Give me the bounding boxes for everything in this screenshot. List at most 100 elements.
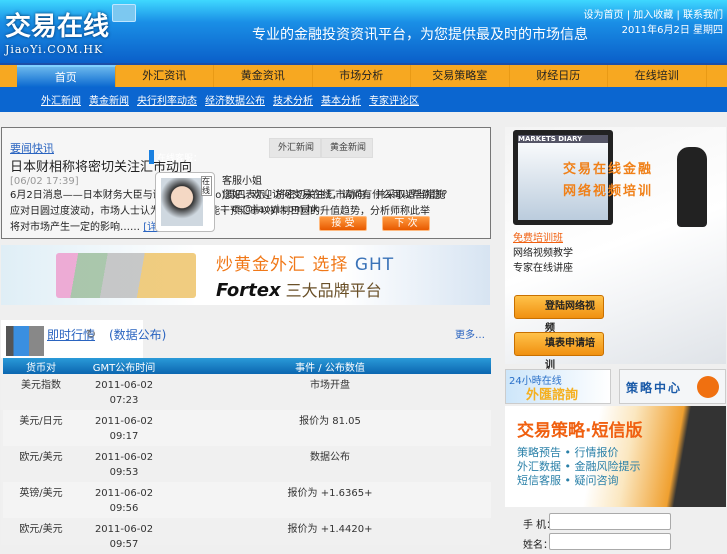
online-badge: 在线 (201, 176, 212, 196)
ad-line1: 炒黄金外汇 选择 GHT (216, 250, 394, 275)
name-input[interactable] (549, 533, 671, 550)
agent-photo (161, 178, 203, 226)
date-text: 2011-06-02 (94, 488, 154, 499)
main-nav: 首页 外汇资讯 黄金资讯 市场分析 交易策略室 财经日历 在线培训 (0, 63, 727, 87)
quotes-table: 货币对 GMT公布时间 事件 / 公布数值 美元指数 2011-06-02 07:2… (3, 358, 491, 554)
table-row: 欧元/美元 2011-06-02 09:57 报价为 +1.4420+ (3, 518, 491, 554)
date-text: 2011-06-02 (94, 452, 154, 463)
news-line: 将对市场产生一定的影响…… (10, 222, 140, 233)
time-cell: 2011-06-02 07:23 (79, 374, 169, 410)
news-time: [06/02 17:39] (10, 176, 79, 187)
event-cell: 报价为 +1.6365+ (169, 482, 491, 518)
set-homepage-link[interactable]: 设为首页 (584, 10, 624, 21)
pair-cell: 美元指数 (21, 380, 61, 391)
decline-chat-button[interactable]: 下 次 (382, 216, 430, 231)
apply-training-button[interactable]: 填表申请培训 (514, 332, 604, 371)
logo-text: 交易在线 (5, 12, 110, 42)
time-cell: 2011-06-02 09:56 (79, 482, 169, 518)
forex-consult-banner[interactable]: 24小時在线 外匯諮詢 (505, 369, 611, 404)
nav-training[interactable]: 在线培训 (608, 65, 707, 87)
ght-logo: GHT (354, 255, 395, 275)
column-header: 事件 / 公布数值 (169, 358, 491, 374)
gold-forex-ad-banner[interactable]: 炒黄金外汇 选择 GHT Fortex 三大品牌平台 (1, 245, 490, 305)
news-category[interactable]: 要闻快讯 (10, 140, 54, 156)
training-link[interactable]: 网络视频教学 (513, 246, 573, 261)
nav-calendar[interactable]: 财经日历 (510, 65, 608, 87)
event-cell: 市场开盘 (310, 380, 350, 391)
businessman-image (677, 147, 707, 227)
sms-signup-form: 手 机： 姓名： (505, 507, 726, 551)
date-text: 2011-06-02 (94, 416, 154, 427)
login-video-button[interactable]: 登陆网络视频 (514, 295, 604, 334)
time-cell: 2011-06-02 09:57 (79, 518, 169, 554)
subnav-link[interactable]: 专家评论区 (369, 92, 419, 107)
table-row: 英镑/美元 2011-06-02 09:56 报价为 +1.6365+ (3, 482, 491, 518)
contact-link[interactable]: 联系我们 (683, 10, 723, 21)
logo-domain: JiaoYi.COM.HK (5, 43, 104, 56)
video-training-panel: MARKETS DIARY 交易在线金融 网络视频培训 免费培训班 网络视频教学 … (505, 127, 726, 371)
ad-line2: Fortex 三大品牌平台 (216, 277, 382, 301)
quotes-more-link[interactable]: 更多… (455, 326, 485, 341)
banknotes-image (56, 253, 196, 298)
sms-feature: 外汇数据 • 金融风险提示 (517, 460, 641, 473)
table-row: 美元指数 2011-06-02 07:23 市场开盘 (3, 374, 491, 410)
time-text: 07:23 (109, 395, 139, 406)
chat-header-marker (149, 150, 154, 164)
sms-feature: 策略预告 • 行情报价 (517, 446, 619, 459)
banner-text: 策略中心 (626, 381, 683, 395)
site-header: 交易在线 JiaoYi.COM.HK 专业的金融投资资讯平台，为您提供最及时的市场… (0, 0, 727, 63)
chat-message: 您好，欢迎访问交易在线，请问有什么可以帮到您？ (222, 190, 452, 201)
subnav-link[interactable]: 经济数据公布 (205, 92, 265, 107)
ad-text: 炒黄金外汇 选择 (216, 255, 349, 275)
strategy-center-banner[interactable]: 策略中心 (619, 369, 726, 404)
tab-forex-news[interactable]: 外汇新闻 (269, 138, 321, 158)
nav-analysis[interactable]: 市场分析 (313, 65, 411, 87)
pair-cell: 英镑/美元 (3, 482, 79, 518)
nav-gold[interactable]: 黄金资讯 (214, 65, 313, 87)
pair-cell: 欧元/美元 (19, 452, 63, 463)
nav-forex[interactable]: 外汇资讯 (116, 65, 214, 87)
site-logo[interactable]: 交易在线 JiaoYi.COM.HK (5, 6, 109, 56)
chat-info: 客服小姐 您好，欢迎访问交易在线，请问有什么可以帮到您？ ：cs@jiaoyi.… (222, 175, 452, 217)
refresh-icon[interactable]: ↻ (86, 327, 96, 341)
time-cell: 2011-06-02 09:17 (79, 410, 169, 446)
sub-nav: 外汇新闻 黄金新闻 央行利率动态 经济数据公布 技术分析 基本分析 专家评论区 (0, 87, 727, 112)
table-row: 欧元/美元 2011-06-02 09:53 数据公布 (3, 446, 491, 482)
sms-title: 交易策略·短信版 (517, 421, 643, 441)
video-title-line: 交易在线金融 (563, 162, 654, 177)
training-links: 免费培训班 网络视频教学 专家在线讲座 (513, 231, 573, 276)
chat-header: 在线客服： (157, 154, 203, 164)
subnav-link[interactable]: 基本分析 (321, 92, 361, 107)
nav-home[interactable]: 首页 (17, 65, 116, 87)
nav-strategy[interactable]: 交易策略室 (411, 65, 510, 87)
pair-cell: 欧元/美元 (19, 524, 63, 535)
event-cell: 数据公布 (310, 452, 350, 463)
training-link[interactable]: 专家在线讲座 (513, 261, 573, 276)
quotes-subtitle-link[interactable]: (数据公布) (109, 326, 166, 343)
time-text: 09:56 (109, 503, 139, 514)
sms-strategy-banner[interactable]: 交易策略·短信版 策略预告 • 行情报价 外汇数据 • 金融风险提示 短信客服 … (505, 406, 726, 507)
subnav-link[interactable]: 黄金新闻 (89, 92, 129, 107)
chat-bubble-icon (112, 4, 136, 22)
date-text: 2011-06-02 (94, 524, 154, 535)
time-text: 09:53 (109, 467, 139, 478)
current-date: 2011年6月2日 星期四 (621, 25, 723, 36)
video-title: 交易在线金融 网络视频培训 (563, 159, 653, 203)
add-favorite-link[interactable]: 加入收藏 (633, 10, 673, 21)
site-slogan: 专业的金融投资资讯平台，为您提供最及时的市场信息 (252, 27, 588, 43)
sms-features: 策略预告 • 行情报价 外汇数据 • 金融风险提示 短信客服 • 疑问咨询 (517, 446, 640, 488)
video-title-line: 网络视频培训 (563, 184, 654, 199)
column-header: GMT公布时间 (79, 358, 169, 374)
banner-text: 外匯諮詢 (526, 388, 579, 403)
accept-chat-button[interactable]: 接 受 (319, 216, 367, 231)
tab-gold-news[interactable]: 黄金新闻 (321, 138, 373, 158)
fortex-logo: Fortex (216, 280, 281, 301)
subnav-link[interactable]: 外汇新闻 (41, 92, 81, 107)
training-link[interactable]: 免费培训班 (513, 231, 573, 246)
phone-input[interactable] (549, 513, 671, 530)
users-plus-icon (697, 376, 719, 398)
chat-avatar[interactable]: 在线 (155, 172, 215, 232)
subnav-link[interactable]: 央行利率动态 (137, 92, 197, 107)
subnav-link[interactable]: 技术分析 (273, 92, 313, 107)
table-row: 美元/日元 2011-06-02 09:17 报价为 81.05 (3, 410, 491, 446)
